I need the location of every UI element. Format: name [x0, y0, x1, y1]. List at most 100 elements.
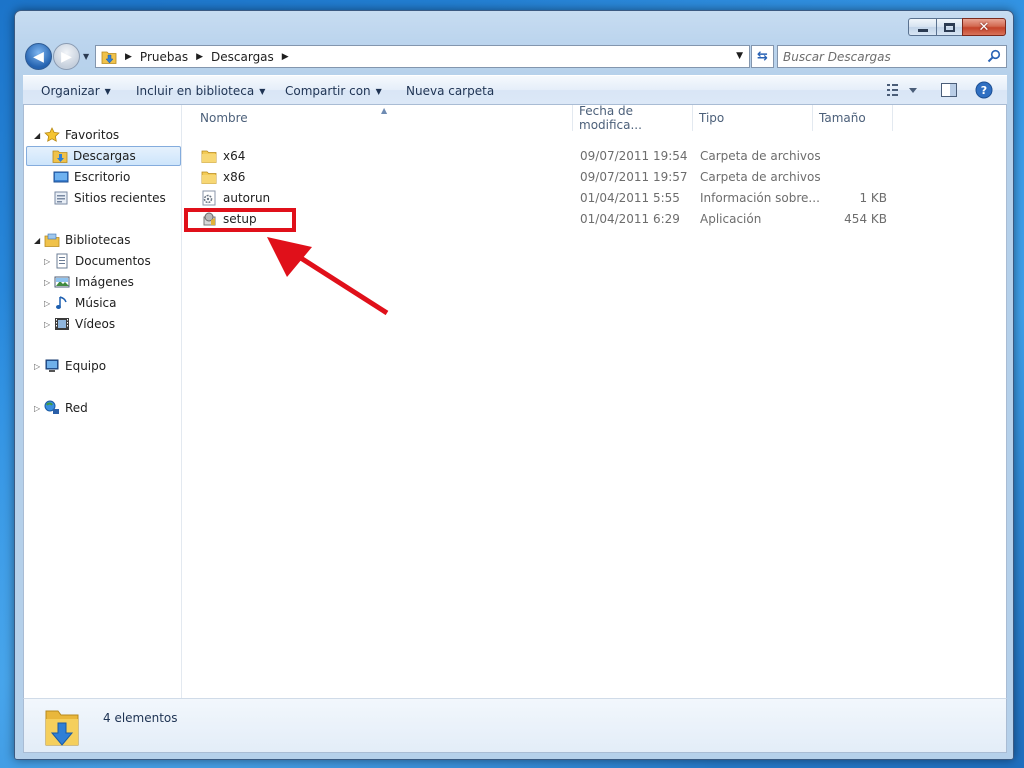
breadcrumb-separator-icon[interactable]: ▶	[196, 52, 203, 62]
chevron-down-icon: ▼	[259, 87, 266, 96]
expanded-icon[interactable]: ◢	[34, 131, 44, 140]
forward-arrow-icon: ▶	[61, 48, 72, 65]
file-size: 454 KB	[844, 212, 887, 226]
status-bar: 4 elementos	[23, 698, 1007, 753]
tree-item-escritorio[interactable]: Escritorio	[53, 167, 130, 187]
downloads-folder-large-icon	[42, 705, 82, 752]
tree-item-sitios-recientes[interactable]: Sitios recientes	[53, 188, 166, 208]
minimize-icon	[917, 29, 928, 32]
file-type: Carpeta de archivos	[700, 170, 821, 184]
breadcrumb-separator-icon[interactable]: ▶	[125, 52, 132, 62]
imagenes-label: Imágenes	[75, 275, 134, 289]
tree-equipo[interactable]: ▷ Equipo	[34, 356, 106, 376]
file-list: ▲ Nombre Fecha de modifica... Tipo Tamañ…	[183, 104, 1007, 698]
file-row-x86[interactable]: x86 09/07/2011 19:57 Carpeta de archivos	[183, 167, 1007, 188]
desktop-icon	[53, 169, 69, 185]
address-history-dropdown-icon[interactable]: ▼	[736, 51, 743, 61]
folder-icon	[201, 148, 217, 164]
window-controls: ✕	[908, 18, 1006, 36]
column-header-name[interactable]: Nombre	[194, 105, 573, 131]
documentos-label: Documentos	[75, 254, 151, 268]
share-button[interactable]: Compartir con ▼	[285, 84, 382, 98]
search-icon[interactable]	[987, 49, 1001, 66]
file-date: 01/04/2011 6:29	[580, 212, 680, 226]
column-header-size[interactable]: Tamaño	[813, 105, 893, 131]
navigation-pane: ◢ Favoritos Descargas Escritorio Sitios …	[24, 105, 182, 698]
pictures-icon	[54, 274, 70, 290]
breadcrumb-pruebas[interactable]: Pruebas	[140, 50, 188, 64]
collapsed-icon[interactable]: ▷	[44, 278, 54, 287]
file-row-x64[interactable]: x64 09/07/2011 19:54 Carpeta de archivos	[183, 146, 1007, 167]
item-count: 4 elementos	[103, 711, 178, 725]
new-folder-button[interactable]: Nueva carpeta	[406, 84, 494, 98]
column-size-label: Tamaño	[819, 111, 866, 125]
collapsed-icon[interactable]: ▷	[44, 320, 54, 329]
column-header-date[interactable]: Fecha de modifica...	[573, 104, 693, 132]
recent-pages-dropdown-icon[interactable]: ▼	[83, 52, 89, 61]
file-name: x86	[223, 170, 246, 184]
settings-file-icon	[201, 190, 217, 206]
musica-label: Música	[75, 296, 117, 310]
breadcrumb-descargas[interactable]: Descargas	[211, 50, 274, 64]
expanded-icon[interactable]: ◢	[34, 236, 44, 245]
file-row-setup[interactable]: setup 01/04/2011 6:29 Aplicación 454 KB	[183, 209, 1007, 230]
chevron-down-icon: ▼	[104, 87, 111, 96]
bibliotecas-label: Bibliotecas	[65, 233, 131, 247]
collapsed-icon[interactable]: ▷	[44, 299, 54, 308]
maximize-button[interactable]	[936, 18, 962, 36]
column-type-label: Tipo	[699, 111, 725, 125]
file-type: Información sobre...	[700, 191, 820, 205]
tree-bibliotecas[interactable]: ◢ Bibliotecas	[34, 230, 130, 250]
tree-item-videos[interactable]: ▷ Vídeos	[44, 314, 115, 334]
back-button[interactable]: ◀	[25, 43, 52, 70]
organize-button[interactable]: Organizar ▼	[41, 84, 111, 98]
forward-button[interactable]: ▶	[53, 43, 80, 70]
tree-item-documentos[interactable]: ▷ Documentos	[44, 251, 151, 271]
setup-highlight-box	[184, 208, 296, 232]
downloads-folder-icon	[52, 148, 68, 164]
file-name: autorun	[223, 191, 271, 205]
help-icon: ?	[975, 81, 993, 99]
breadcrumb-separator-icon[interactable]: ▶	[282, 52, 289, 62]
search-input[interactable]	[778, 46, 978, 67]
include-library-button[interactable]: Incluir en biblioteca ▼	[136, 84, 265, 98]
explorer-window: ✕ ◀ ▶ ▼ ▶ Pruebas ▶ Descargas ▶ ▼ ⇆ Busc…	[14, 10, 1014, 760]
documents-icon	[54, 253, 70, 269]
back-arrow-icon: ◀	[33, 48, 44, 65]
tree-item-musica[interactable]: ▷ Música	[44, 293, 117, 313]
navigation-bar: ◀ ▶ ▼ ▶ Pruebas ▶ Descargas ▶ ▼ ⇆	[23, 43, 1007, 71]
folder-icon	[201, 169, 217, 185]
search-box[interactable]	[777, 45, 1007, 68]
red-label: Red	[65, 401, 88, 415]
chevron-down-icon: ▼	[375, 87, 382, 96]
tree-item-descargas[interactable]: Descargas	[26, 146, 181, 166]
tree-favorites[interactable]: ◢ Favoritos	[34, 125, 119, 145]
file-row-autorun[interactable]: autorun 01/04/2011 5:55 Información sobr…	[183, 188, 1007, 209]
videos-label: Vídeos	[75, 317, 116, 331]
column-header-type[interactable]: Tipo	[693, 105, 813, 131]
file-size: 1 KB	[859, 191, 887, 205]
command-bar: Organizar ▼ Incluir en biblioteca ▼ Compar…	[23, 75, 1007, 105]
close-button[interactable]: ✕	[962, 18, 1006, 36]
file-type: Carpeta de archivos	[700, 149, 821, 163]
preview-pane-button[interactable]	[940, 81, 958, 102]
restore-icon	[944, 22, 955, 32]
minimize-button[interactable]	[908, 18, 936, 36]
refresh-icon: ⇆	[757, 49, 768, 64]
refresh-button[interactable]: ⇆	[751, 45, 774, 68]
videos-icon	[54, 316, 70, 332]
help-button[interactable]: ?	[975, 81, 993, 102]
organize-label: Organizar	[41, 84, 100, 98]
share-label: Compartir con	[285, 84, 371, 98]
address-bar[interactable]: ▶ Pruebas ▶ Descargas ▶ ▼	[95, 45, 750, 68]
collapsed-icon[interactable]: ▷	[34, 362, 44, 371]
tree-item-imagenes[interactable]: ▷ Imágenes	[44, 272, 134, 292]
tree-red[interactable]: ▷ Red	[34, 398, 88, 418]
collapsed-icon[interactable]: ▷	[44, 257, 54, 266]
file-date: 01/04/2011 5:55	[580, 191, 680, 205]
column-date-label: Fecha de modifica...	[579, 104, 642, 132]
collapsed-icon[interactable]: ▷	[34, 404, 44, 413]
file-name: x64	[223, 149, 246, 163]
file-date: 09/07/2011 19:57	[580, 170, 688, 184]
change-view-button[interactable]	[885, 81, 925, 102]
